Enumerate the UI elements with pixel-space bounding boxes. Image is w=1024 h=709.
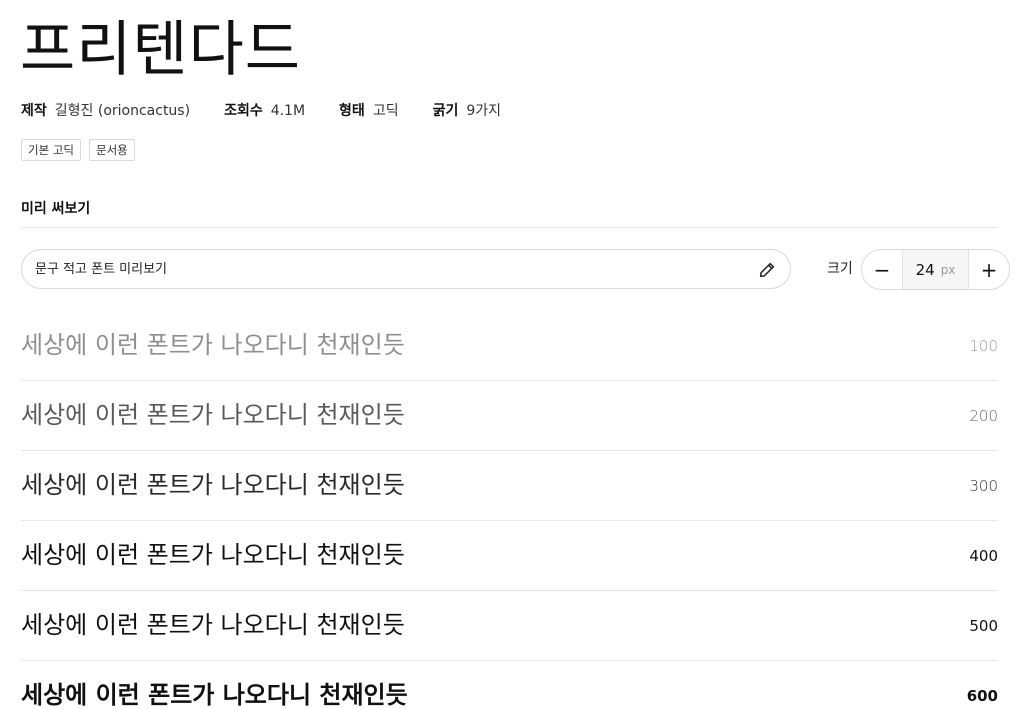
meta-author: 제작 길형진 (orioncactus) bbox=[21, 100, 190, 122]
weight-value-200: 200 bbox=[969, 407, 998, 425]
section-divider bbox=[21, 227, 998, 228]
pencil-icon[interactable] bbox=[758, 261, 776, 279]
weight-row-100: 세상에 이런 폰트가 나오다니 천재인듯 100 bbox=[21, 311, 998, 381]
meta-weights-label: 굵기 bbox=[432, 103, 459, 119]
meta-weights: 굵기 9가지 bbox=[433, 100, 501, 122]
font-title: 프리텐다드 bbox=[20, 15, 301, 85]
meta-views-label: 조회수 bbox=[224, 103, 263, 119]
weight-sample-600: 세상에 이런 폰트가 나오다니 천재인듯 bbox=[21, 681, 408, 709]
weight-value-600: 600 bbox=[966, 687, 998, 705]
weight-sample-200: 세상에 이런 폰트가 나오다니 천재인듯 bbox=[21, 401, 405, 429]
weight-value-500: 500 bbox=[969, 617, 998, 635]
weight-value-300: 300 bbox=[969, 477, 998, 495]
meta-weights-value: 9가지 bbox=[466, 103, 502, 119]
preview-section-title: 미리 써보기 bbox=[21, 201, 91, 217]
size-value: 24 bbox=[915, 260, 935, 279]
meta-views: 조회수 4.1M bbox=[224, 100, 305, 122]
weight-row-500: 세상에 이런 폰트가 나오다니 천재인듯 500 bbox=[21, 591, 998, 661]
preview-input-container bbox=[21, 249, 791, 289]
decrease-size-button[interactable]: − bbox=[862, 250, 902, 289]
font-detail-page: 프리텐다드 제작 길형진 (orioncactus) 조회수 4.1M 형태 고… bbox=[0, 0, 1024, 709]
weight-row-200: 세상에 이런 폰트가 나오다니 천재인듯 200 bbox=[21, 381, 998, 451]
size-value-display[interactable]: 24 px bbox=[902, 250, 969, 289]
font-tags: 기본 고딕 문서용 bbox=[21, 139, 135, 161]
weight-sample-400: 세상에 이런 폰트가 나오다니 천재인듯 bbox=[21, 541, 405, 569]
weight-sample-300: 세상에 이런 폰트가 나오다니 천재인듯 bbox=[21, 471, 405, 499]
weight-row-300: 세상에 이런 폰트가 나오다니 천재인듯 300 bbox=[21, 451, 998, 521]
meta-style-value: 고딕 bbox=[372, 103, 399, 119]
weight-value-400: 400 bbox=[969, 547, 998, 565]
meta-style: 형태 고딕 bbox=[339, 100, 399, 122]
increase-size-button[interactable]: + bbox=[969, 250, 1009, 289]
size-label: 크기 bbox=[827, 261, 853, 277]
preview-text-input[interactable] bbox=[35, 250, 735, 288]
weight-value-100: 100 bbox=[969, 337, 998, 355]
size-unit: px bbox=[940, 262, 956, 277]
meta-author-label: 제작 bbox=[21, 103, 47, 119]
weight-row-600: 세상에 이런 폰트가 나오다니 천재인듯 600 bbox=[21, 661, 998, 709]
weight-preview-list: 세상에 이런 폰트가 나오다니 천재인듯 100 세상에 이런 폰트가 나오다니… bbox=[21, 311, 998, 709]
weight-sample-100: 세상에 이런 폰트가 나오다니 천재인듯 bbox=[21, 331, 405, 359]
meta-author-value: 길형진 (orioncactus) bbox=[54, 103, 191, 119]
tag-basic-gothic[interactable]: 기본 고딕 bbox=[21, 139, 81, 161]
meta-style-label: 형태 bbox=[339, 103, 365, 119]
tag-document[interactable]: 문서용 bbox=[88, 139, 135, 161]
weight-sample-500: 세상에 이런 폰트가 나오다니 천재인듯 bbox=[21, 611, 405, 639]
size-stepper: − 24 px + bbox=[861, 249, 1010, 290]
weight-row-400: 세상에 이런 폰트가 나오다니 천재인듯 400 bbox=[21, 521, 998, 591]
font-meta: 제작 길형진 (orioncactus) 조회수 4.1M 형태 고딕 굵기 9… bbox=[21, 100, 535, 122]
meta-views-value: 4.1M bbox=[270, 103, 306, 119]
